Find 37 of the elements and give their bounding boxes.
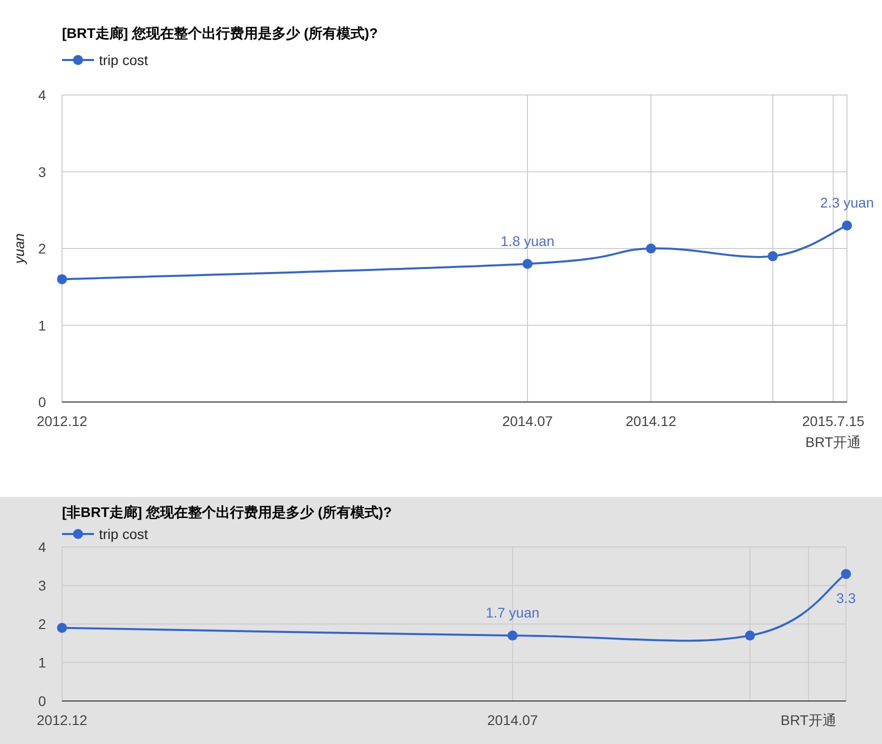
legend-marker-icon xyxy=(62,529,94,539)
x-axis-label: 2015.7.15 BRT开通 xyxy=(802,413,864,450)
y-axis-label: 3 xyxy=(38,578,46,594)
data-label: 1.7 yuan xyxy=(486,604,540,621)
x-axis-label: 2014.07 xyxy=(502,413,553,429)
chart-title: [非BRT走廊] 您现在整个出行费用是多少 (所有模式)? xyxy=(62,504,392,520)
y-axis-label: 1 xyxy=(38,654,46,670)
data-label: 1.8 yuan xyxy=(500,232,554,249)
y-axis-label: 0 xyxy=(38,693,46,709)
y-axis-label: 0 xyxy=(38,394,46,410)
y-axis-label: 4 xyxy=(38,539,46,555)
legend-marker-icon xyxy=(62,55,94,65)
data-point xyxy=(646,244,656,254)
data-point xyxy=(508,630,518,641)
data-label: 2.3 yuan xyxy=(820,194,874,210)
x-axis-label: BRT开通 xyxy=(780,712,836,728)
x-axis-label: 2012.12 xyxy=(36,413,88,429)
x-axis-label: 2014.12 xyxy=(626,413,676,429)
x-axis-label: 2012.12 xyxy=(36,712,88,728)
data-point xyxy=(744,630,755,641)
legend-label: trip cost xyxy=(99,52,148,68)
y-axis-label: 1 xyxy=(38,317,46,334)
chart-title: [BRT走廊] 您现在整个出行费用是多少 (所有模式)? xyxy=(62,25,378,41)
data-point xyxy=(842,220,852,230)
data-label: 3.3 xyxy=(836,590,856,606)
y-axis-label: 4 xyxy=(38,87,46,103)
legend-label: trip cost xyxy=(99,526,148,542)
data-point xyxy=(522,258,533,269)
y-axis-label: 2 xyxy=(38,616,46,632)
y-axis-label: 3 xyxy=(38,164,46,180)
y-axis-label: 2 xyxy=(38,240,46,256)
data-point xyxy=(841,568,851,579)
x-axis-label: 2014.07 xyxy=(487,712,538,728)
y-axis-title: yuan xyxy=(11,233,27,264)
data-point xyxy=(57,274,67,284)
data-point xyxy=(57,622,67,633)
data-point xyxy=(768,251,778,262)
